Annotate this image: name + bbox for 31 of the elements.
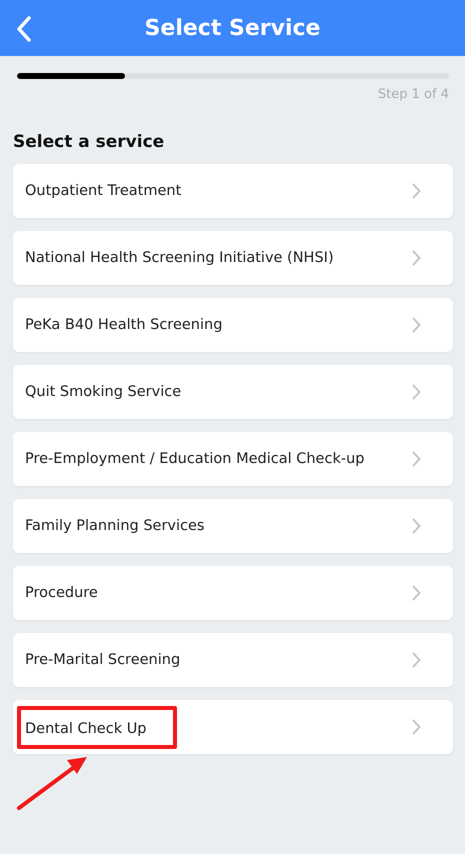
service-item[interactable]: Pre-Employment / Education Medical Check-up (13, 432, 453, 486)
chevron-right-icon (412, 183, 421, 199)
chevron-right-icon (412, 652, 421, 668)
chevron-right-icon (412, 250, 421, 266)
page-title: Select Service (144, 16, 320, 40)
chevron-right-icon (412, 518, 421, 534)
service-label: Quit Smoking Service (24, 384, 182, 400)
service-label: National Health Screening Initiative (NHSI) (24, 250, 334, 266)
service-label: Procedure (24, 585, 98, 601)
back-icon (16, 16, 32, 42)
service-item[interactable]: Family Planning Services (13, 499, 453, 553)
service-item[interactable]: Procedure (13, 566, 453, 620)
service-label: Dental Check Up (25, 720, 147, 736)
chevron-right-icon (412, 451, 421, 467)
service-item[interactable]: Outpatient Treatment (13, 164, 453, 218)
chevron-right-icon (412, 719, 421, 735)
chevron-right-icon (412, 317, 421, 333)
service-item[interactable]: Pre-Marital Screening (13, 633, 453, 687)
service-label: Pre-Marital Screening (24, 652, 180, 668)
service-item[interactable]: National Health Screening Initiative (NHSI) (13, 231, 453, 285)
service-item[interactable]: Quit Smoking Service (13, 365, 453, 419)
chevron-right-icon (412, 585, 421, 601)
annotation-arrow-drawing (17, 757, 87, 810)
service-label: Outpatient Treatment (24, 183, 182, 199)
service-item[interactable]: PeKa B40 Health Screening (13, 298, 453, 352)
service-label: Pre-Employment / Education Medical Check-up (24, 451, 364, 467)
service-label: Family Planning Services (24, 518, 204, 534)
section-title: Select a service (13, 132, 166, 152)
step-indicator: Step 1 of 4 (376, 87, 449, 102)
chevron-right-icon (412, 384, 421, 400)
service-label: PeKa B40 Health Screening (24, 317, 222, 333)
